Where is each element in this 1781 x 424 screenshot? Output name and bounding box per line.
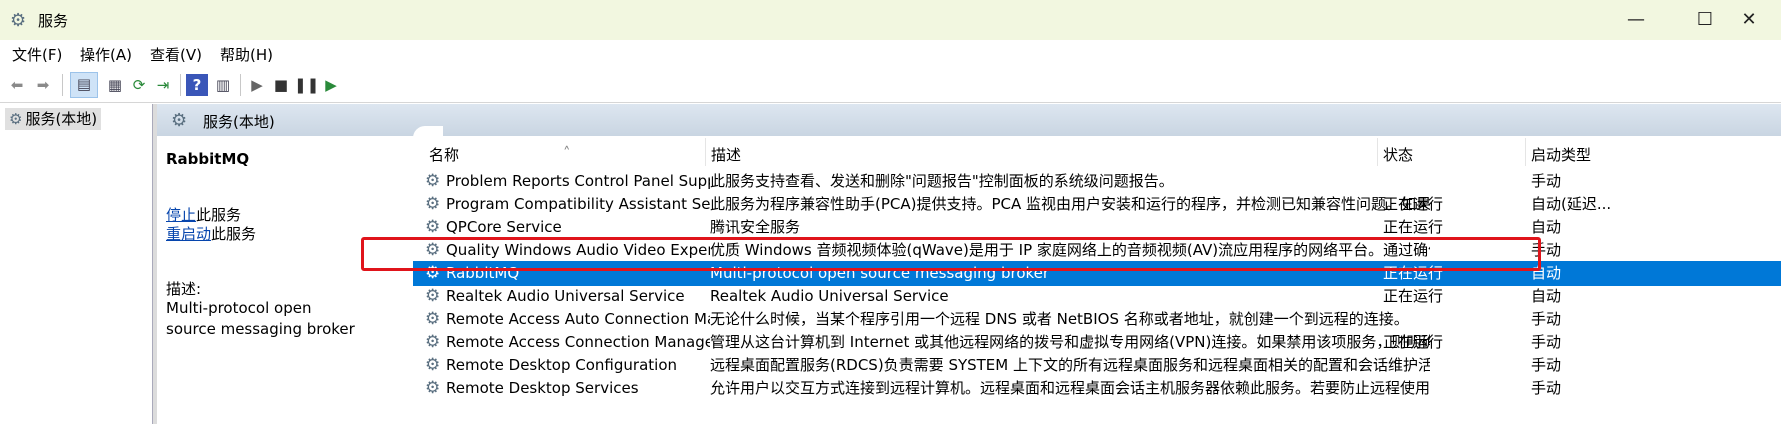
service-startup-type-cell: 手动 [1531, 379, 1562, 397]
column-header-description[interactable]: 描述 [711, 144, 741, 165]
play-icon[interactable]: ▶ [246, 74, 268, 96]
toolbar: ⬅ ➡ ▤ ▦ ⟳ ⇥ ? ▥ ▶ ■ ❚❚ ▶ [0, 66, 1781, 103]
gear-icon: ⚙ [425, 286, 441, 306]
service-description-cell: 无论什么时候，当某个程序引用一个远程 DNS 或者 NetBIOS 名称或者地址… [710, 310, 1409, 328]
menu-view[interactable]: 查看(V) [150, 44, 202, 65]
service-status-cell: 正在运行 [1383, 287, 1444, 305]
pause-icon[interactable]: ❚❚ [294, 74, 319, 96]
tree-item-services-local[interactable]: ⚙ 服务(本地) [5, 108, 102, 130]
refresh-icon[interactable]: ⟳ [128, 74, 150, 96]
service-name-cell: Problem Reports Control Panel Support [446, 172, 710, 190]
table-row[interactable]: ⚙ Remote Desktop Services 允许用户以交互方式连接到远程计算… [413, 376, 1781, 401]
export-icon[interactable]: ⇥ [152, 74, 174, 96]
service-startup-type-cell: 手动 [1531, 310, 1562, 328]
tree-item-label: 服务(本地) [25, 110, 98, 128]
gear-icon: ⚙ [425, 332, 441, 352]
stop-service-suffix: 此服务 [196, 206, 242, 224]
menu-file[interactable]: 文件(F) [12, 44, 62, 65]
service-startup-type-cell: 手动 [1531, 356, 1562, 374]
service-description-cell: 远程桌面配置服务(RDCS)负责需要 SYSTEM 上下文的所有远程桌面服务和远… [710, 356, 1430, 374]
list-header: ˄ 名称 描述 状态 启动类型 [413, 136, 1781, 166]
window-title: 服务 [38, 12, 69, 30]
table-row[interactable]: ⚙ Problem Reports Control Panel Support 此服… [413, 169, 1781, 194]
view-icon[interactable]: ▥ [212, 74, 234, 96]
service-description-cell: 允许用户以交互方式连接到远程计算机。远程桌面和远程桌面会话主机服务器依赖此服务。… [710, 379, 1430, 397]
sort-ascending-icon: ˄ [563, 144, 571, 162]
menu-help[interactable]: 帮助(H) [220, 44, 273, 65]
service-name-cell: Remote Access Connection Manager [446, 333, 710, 351]
service-description-cell: 管理从这台计算机到 Internet 或其他远程网络的拨号和虚拟专用网络(VPN… [710, 333, 1430, 351]
properties-icon[interactable]: ▦ [104, 74, 126, 96]
menu-action[interactable]: 操作(A) [80, 44, 132, 65]
close-button[interactable]: ✕ [1721, 4, 1777, 36]
column-header-name[interactable]: 名称 [429, 144, 459, 165]
column-separator[interactable] [1377, 138, 1378, 166]
gear-icon: ⚙ [425, 355, 441, 375]
service-startup-type-cell: 自动 [1531, 264, 1562, 282]
minimize-button[interactable]: — [1608, 4, 1664, 36]
description-text: Multi-protocol open source messaging bro… [166, 299, 355, 338]
selected-service-name: RabbitMQ [166, 150, 250, 168]
service-startup-type-cell: 手动 [1531, 172, 1562, 190]
gear-icon: ⚙ [425, 171, 441, 191]
service-startup-type-cell: 自动 [1531, 218, 1562, 236]
service-name-cell: Program Compatibility Assistant Service [446, 195, 710, 213]
restart-service-link[interactable]: 重启动 [166, 225, 211, 243]
extended-info-panel: RabbitMQ 停止此服务 重启动此服务 描述: Multi-protocol… [157, 136, 413, 424]
toolbar-separator [240, 74, 241, 96]
toolbar-separator [180, 74, 181, 96]
table-row[interactable]: ⚙ Remote Access Connection Manager 管理从这台计算… [413, 330, 1781, 355]
service-startup-type-cell: 手动 [1531, 333, 1562, 351]
description-label: 描述: [166, 280, 202, 298]
service-name-cell: Remote Desktop Services [446, 379, 639, 397]
toolbar-separator [62, 74, 63, 96]
table-row[interactable]: ⚙ Realtek Audio Universal Service Realtek … [413, 284, 1781, 309]
gear-icon: ⚙ [425, 378, 441, 398]
service-status-cell: 正在运行 [1383, 333, 1444, 351]
stop-service-line: 停止此服务 [166, 204, 241, 225]
service-name-cell: Realtek Audio Universal Service [446, 287, 685, 305]
resume-icon[interactable]: ▶ [320, 74, 342, 96]
service-startup-type-cell: 自动(延迟... [1531, 195, 1612, 213]
gear-icon: ⚙ [10, 10, 27, 31]
help-icon[interactable]: ? [186, 74, 208, 96]
main-header: ⚙ 服务(本地) [157, 104, 1781, 136]
main-header-title: 服务(本地) [203, 113, 275, 131]
table-row[interactable]: ⚙ Remote Desktop Configuration 远程桌面配置服务(RD… [413, 353, 1781, 378]
service-name-cell: Remote Access Auto Connection Manager [446, 310, 710, 328]
menu-bar: 文件(F) 操作(A) 查看(V) 帮助(H) [0, 40, 1781, 66]
gear-icon: ⚙ [9, 110, 23, 128]
column-header-status[interactable]: 状态 [1383, 144, 1413, 165]
column-header-startup-type[interactable]: 启动类型 [1531, 144, 1591, 165]
gear-icon: ⚙ [171, 110, 188, 131]
stop-icon[interactable]: ■ [270, 74, 292, 96]
console-tree: ⚙ 服务(本地) [0, 104, 153, 424]
table-row[interactable]: ⚙ Program Compatibility Assistant Service… [413, 192, 1781, 217]
title-bar: ⚙ 服务 — ☐ ✕ [0, 0, 1781, 40]
services-list: ˄ 名称 描述 状态 启动类型 ⚙ Problem Reports Control… [413, 136, 1781, 424]
service-status-cell: 正在运行 [1383, 195, 1444, 213]
column-separator[interactable] [1525, 138, 1526, 166]
restart-service-suffix: 此服务 [211, 225, 257, 243]
stop-service-link[interactable]: 停止 [166, 206, 196, 224]
service-description-cell: 此服务为程序兼容性助手(PCA)提供支持。PCA 监视由用户安装和运行的程序，并… [710, 195, 1430, 213]
annotation-highlight-box [361, 237, 1541, 271]
service-startup-type-cell: 手动 [1531, 241, 1562, 259]
restart-service-line: 重启动此服务 [166, 223, 256, 244]
service-description-cell: Realtek Audio Universal Service [710, 287, 949, 305]
column-separator[interactable] [705, 138, 706, 166]
forward-arrow-icon[interactable]: ➡ [32, 74, 54, 96]
back-arrow-icon[interactable]: ⬅ [6, 74, 28, 96]
console-tree-icon[interactable]: ▤ [70, 72, 98, 98]
service-name-cell: Remote Desktop Configuration [446, 356, 677, 374]
service-description-cell: 此服务支持查看、发送和删除"问题报告"控制面板的系统级问题报告。 [710, 172, 1174, 190]
service-startup-type-cell: 自动 [1531, 287, 1562, 305]
gear-icon: ⚙ [425, 194, 441, 214]
table-row[interactable]: ⚙ Remote Access Auto Connection Manager无论… [413, 307, 1781, 332]
gear-icon: ⚙ [425, 309, 441, 329]
